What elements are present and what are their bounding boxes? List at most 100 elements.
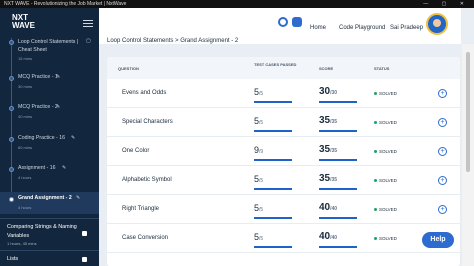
expand-plus-icon[interactable]: + bbox=[438, 118, 447, 127]
sidebar-item-label: Assignment - 16 bbox=[18, 165, 56, 171]
testcases-progress-bar bbox=[254, 101, 292, 103]
page-scrollbar[interactable] bbox=[462, 44, 474, 266]
status-badge: SOLVED bbox=[374, 236, 397, 241]
next-topic-label: Comparing Strings & Naming Variables bbox=[7, 224, 77, 239]
question-name: Case Conversion bbox=[122, 235, 169, 241]
score-column-header: SCORE bbox=[319, 66, 334, 71]
question-name: Evens and Odds bbox=[122, 90, 167, 96]
help-button[interactable]: Help bbox=[422, 232, 454, 248]
table-row[interactable]: Right Triangle 5/5 40/40 SOLVED + bbox=[107, 195, 460, 224]
sidebar-item-label: Coding Practice - 16 bbox=[18, 135, 65, 141]
solved-dot-icon bbox=[374, 208, 377, 212]
next-topic-time: 1 hours, 45 mins bbox=[7, 241, 37, 246]
streak-icon[interactable] bbox=[278, 17, 288, 27]
status-column-header: STATUS bbox=[374, 66, 390, 71]
solved-dot-icon bbox=[374, 121, 377, 125]
sidebar-item-label: Grand Assignment - 2 bbox=[18, 195, 72, 201]
testcases-passed: 5/5 bbox=[254, 232, 264, 242]
status-badge: SOLVED bbox=[374, 207, 397, 212]
testcases-passed: 9/9 bbox=[254, 145, 264, 155]
testcases-passed: 5/5 bbox=[254, 116, 264, 126]
edit-icon: ✎ bbox=[71, 135, 76, 141]
sidebar-item-time: 30 mins bbox=[18, 84, 33, 89]
lock-icon bbox=[82, 257, 87, 262]
expand-plus-icon[interactable]: + bbox=[438, 89, 447, 98]
sidebar-lists-topic[interactable]: Lists bbox=[0, 250, 99, 266]
question-name: Right Triangle bbox=[122, 206, 160, 212]
table-header: QUESTION TEST CASES PASSED SCORE STATUS bbox=[107, 57, 460, 79]
sidebar-item-coding-practice[interactable]: Coding Practice - 16 ✎ 60 mins bbox=[0, 135, 99, 157]
score: 35/35 bbox=[319, 144, 338, 155]
scrollbar-thumb[interactable] bbox=[466, 52, 470, 172]
score-progress-bar bbox=[319, 188, 357, 190]
testcases-progress-bar bbox=[254, 188, 292, 190]
sidebar-item-cheat-sheet[interactable]: Loop Control Statements | Cheat Sheet ▢ … bbox=[0, 38, 99, 64]
testcases-column-header: TEST CASES PASSED bbox=[254, 62, 297, 67]
nav-home-link[interactable]: Home bbox=[310, 25, 326, 31]
solved-dot-icon bbox=[374, 92, 377, 96]
sidebar-item-time: 60 mins bbox=[18, 145, 33, 150]
table-row[interactable]: Case Conversion 5/5 40/40 SOLVED + bbox=[107, 224, 460, 253]
window-controls[interactable]: — ▢ ✕ bbox=[423, 0, 470, 8]
score-progress-bar bbox=[319, 246, 357, 248]
progress-dot-icon bbox=[9, 137, 14, 142]
window-title: NXT WAVE - Revolutionizing the Job Marke… bbox=[4, 1, 127, 7]
question-name: Special Characters bbox=[122, 119, 173, 125]
user-name[interactable]: Sai Pradeep bbox=[390, 25, 423, 31]
progress-dot-icon bbox=[9, 76, 14, 81]
expand-plus-icon[interactable]: + bbox=[438, 205, 447, 214]
sidebar-item-time: 4 hours bbox=[18, 175, 32, 180]
sidebar-item-time: 15 mins bbox=[18, 56, 33, 61]
sidebar-item-time: 40 mins bbox=[18, 114, 33, 119]
question-column-header: QUESTION bbox=[118, 66, 139, 71]
edit-icon: ✎ bbox=[62, 165, 67, 171]
testcases-progress-bar bbox=[254, 130, 292, 132]
score: 40/40 bbox=[319, 202, 338, 213]
expand-plus-icon[interactable]: + bbox=[438, 147, 447, 156]
testcases-progress-bar bbox=[254, 217, 292, 219]
score-progress-bar bbox=[319, 101, 357, 103]
edit-icon: ✎ bbox=[76, 195, 81, 201]
testcases-passed: 5/5 bbox=[254, 174, 264, 184]
testcases-passed: 5/5 bbox=[254, 203, 264, 213]
sidebar-item-assignment[interactable]: Assignment - 16 ✎ 4 hours bbox=[0, 165, 99, 187]
score-progress-bar bbox=[319, 159, 357, 161]
score-progress-bar bbox=[319, 130, 357, 132]
nxtwave-logo[interactable]: NXT WAVE bbox=[12, 14, 52, 30]
table-row[interactable]: One Color 9/9 35/35 SOLVED + bbox=[107, 137, 460, 166]
sidebar-item-mcq-1[interactable]: MCQ Practice - 1 ✎ 30 mins bbox=[0, 74, 99, 96]
progress-dot-icon bbox=[9, 197, 14, 202]
score: 35/35 bbox=[319, 115, 338, 126]
notes-icon: ▢ bbox=[86, 38, 91, 44]
sidebar-item-label: Loop Control Statements | Cheat Sheet bbox=[18, 39, 79, 53]
table-row[interactable]: Alphabetic Symbol 5/5 35/35 SOLVED + bbox=[107, 166, 460, 195]
score: 35/35 bbox=[319, 173, 338, 184]
solved-dot-icon bbox=[374, 179, 377, 183]
sidebar-item-label: MCQ Practice - 2 bbox=[18, 104, 58, 110]
progress-dot-icon bbox=[9, 40, 14, 45]
collapse-menu-icon[interactable] bbox=[83, 18, 93, 27]
avatar-face-icon bbox=[433, 19, 441, 27]
status-badge: SOLVED bbox=[374, 91, 397, 96]
chat-icon[interactable] bbox=[292, 17, 302, 27]
sidebar-item-time: 4 hours bbox=[18, 205, 32, 210]
breadcrumb[interactable]: Loop Control Statements > Grand Assignme… bbox=[107, 38, 238, 44]
nav-code-playground-link[interactable]: Code Playground bbox=[339, 25, 385, 31]
sidebar-next-topic[interactable]: Comparing Strings & Naming Variables 1 h… bbox=[0, 218, 99, 248]
table-row[interactable]: Evens and Odds 5/5 30/30 SOLVED + bbox=[107, 79, 460, 108]
sidebar: NXT WAVE Loop Control Statements | Cheat… bbox=[0, 8, 99, 266]
question-name: Alphabetic Symbol bbox=[122, 177, 172, 183]
avatar[interactable] bbox=[426, 13, 448, 35]
score: 40/40 bbox=[319, 231, 338, 242]
sidebar-item-label: MCQ Practice - 1 bbox=[18, 74, 58, 80]
sidebar-item-grand-assignment[interactable]: Grand Assignment - 2 ✎ 4 hours bbox=[0, 192, 99, 214]
expand-plus-icon[interactable]: + bbox=[438, 176, 447, 185]
question-name: One Color bbox=[122, 148, 150, 154]
solved-dot-icon bbox=[374, 237, 377, 241]
sidebar-item-mcq-2[interactable]: MCQ Practice - 2 ✎ 40 mins bbox=[0, 104, 99, 126]
progress-dot-icon bbox=[9, 106, 14, 111]
table-row[interactable]: Special Characters 5/5 35/35 SOLVED + bbox=[107, 108, 460, 137]
status-badge: SOLVED bbox=[374, 178, 397, 183]
lock-icon bbox=[82, 231, 87, 236]
edit-icon: ✎ bbox=[56, 74, 61, 80]
